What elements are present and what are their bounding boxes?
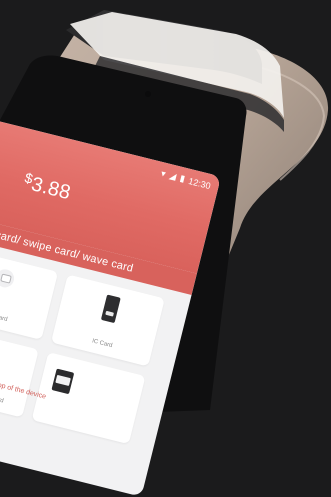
amount-value: 3.88 [29,173,73,205]
camera-notch [145,91,151,97]
payment-amount: $3.88 [21,169,73,205]
card-reader-illustration [51,368,75,395]
signal-icon: ◢ [168,170,178,182]
card-reader-icon [100,294,121,324]
tile-label [34,412,131,436]
tile-magnetic-stripe[interactable]: Magnetic Stripe Card [0,325,39,418]
status-bar: ▾ ◢ ▮ 12:30 [160,168,212,191]
tile-label: IC Card [91,338,113,350]
status-time: 12:30 [187,175,212,191]
tile-tap-card[interactable]: Tap Card [0,247,59,340]
contactless-tap-icon [0,267,16,290]
back-chevron-icon[interactable]: ‹ [0,128,1,146]
tile-label: Tap Card [0,311,8,324]
wifi-icon: ▾ [160,168,167,179]
tile-ic-card[interactable]: IC Card [50,274,165,367]
battery-icon: ▮ [178,172,187,184]
